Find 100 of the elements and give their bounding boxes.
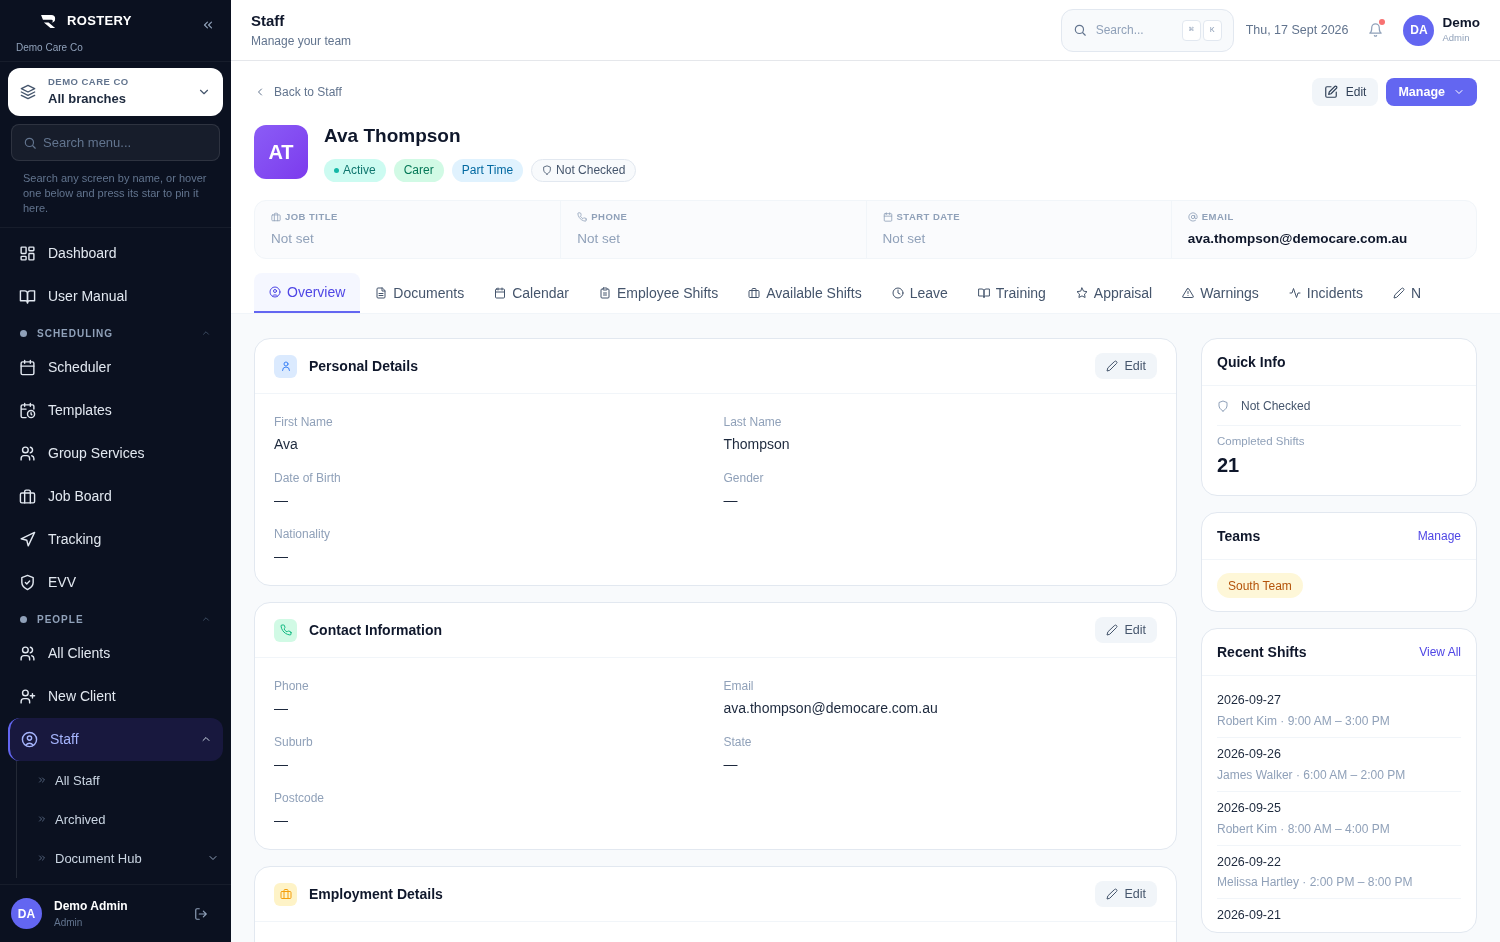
shift-detail: Robert Kim · 9:00 AM – 3:00 PM: [1217, 713, 1391, 730]
pencil-icon: [1106, 360, 1119, 372]
edit-button[interactable]: Edit: [1095, 881, 1157, 907]
card-title: Teams: [1217, 526, 1262, 546]
card-title: Quick Info: [1217, 352, 1287, 372]
nav-item[interactable]: Tracking: [8, 517, 223, 561]
avatar: AT: [254, 124, 308, 179]
tab[interactable]: Leave: [876, 273, 963, 313]
field-label: Date of Birth: [274, 470, 342, 487]
edit-button[interactable]: Edit: [1095, 617, 1157, 643]
shield-icon: [542, 165, 553, 175]
phone-icon: [274, 618, 297, 642]
field-label: Nationality: [274, 526, 332, 543]
card-link[interactable]: View All: [1419, 643, 1461, 662]
card-title: Employment Details: [309, 884, 444, 904]
manage-button[interactable]: Manage: [1386, 78, 1477, 106]
back-link[interactable]: Back to Staff: [254, 83, 1312, 101]
shift-date: 2026-09-26: [1217, 746, 1282, 763]
users-icon: [19, 444, 36, 462]
nav-item[interactable]: New Client: [8, 674, 223, 718]
nav-item[interactable]: All Clients: [8, 631, 223, 675]
summary-value: ava.thompson@democare.com.au: [1187, 229, 1409, 248]
briefcase-icon: [274, 882, 297, 906]
picker-label: DEMO CARE CO: [48, 75, 130, 89]
edit-button[interactable]: Edit: [1311, 78, 1379, 106]
user-role: Admin: [54, 916, 84, 930]
notification-button[interactable]: [1368, 22, 1384, 38]
calendar-icon: [494, 287, 507, 299]
summary-value: Not set: [577, 229, 622, 248]
field-label: Postcode: [274, 790, 326, 807]
section-heading: PEOPLE: [37, 612, 85, 627]
bell-icon: [1368, 22, 1384, 38]
card-title: Recent Shifts: [1217, 642, 1308, 662]
pencil-icon: [1392, 287, 1405, 299]
tab[interactable]: Documents: [360, 273, 480, 313]
grid-icon: [19, 244, 36, 262]
sub-nav-item[interactable]: Document Hub: [17, 838, 231, 878]
status-badge: Part Time: [451, 158, 524, 182]
tab[interactable]: Available Shifts: [733, 273, 877, 313]
tab[interactable]: Overview: [254, 273, 361, 313]
branch-picker[interactable]: DEMO CARE CO All branches: [8, 68, 223, 116]
tab[interactable]: Warnings: [1167, 273, 1274, 313]
user-name: Demo: [1442, 14, 1480, 31]
tab[interactable]: Incidents: [1273, 273, 1378, 313]
nav-item[interactable]: Staff: [8, 717, 223, 761]
page-title: Staff: [251, 10, 286, 31]
card-link[interactable]: Manage: [1417, 527, 1461, 546]
section-heading: SCHEDULING: [37, 326, 115, 341]
status-badge: Carer: [393, 158, 444, 182]
clipboard-icon: [599, 287, 611, 299]
calendar-icon: [882, 211, 893, 222]
shift-detail: James Walker · 6:00 AM – 2:00 PM: [1217, 766, 1407, 784]
shift-detail: Melissa Hartley · 2:00 PM – 8:00 PM: [1217, 874, 1414, 892]
edit-button[interactable]: Edit: [1095, 353, 1157, 379]
nav-item[interactable]: Scheduler: [8, 345, 223, 389]
tab[interactable]: Appraisal: [1060, 273, 1168, 313]
tab[interactable]: Training: [962, 273, 1061, 313]
status-badge: Not Checked: [531, 158, 637, 182]
briefcase-icon: [19, 487, 36, 505]
edit-icon: [1323, 85, 1338, 99]
summary-label: JOB TITLE: [285, 209, 338, 224]
activity-icon: [1288, 287, 1301, 299]
tab[interactable]: Employee Shifts: [584, 273, 734, 313]
shift-date: 2026-09-21: [1217, 907, 1282, 925]
nav-item[interactable]: Dashboard: [8, 231, 223, 275]
field-value: —: [723, 491, 739, 510]
collapse-icon[interactable]: [201, 18, 215, 32]
tab[interactable]: Calendar: [479, 273, 584, 313]
stat-value: 21: [1217, 453, 1241, 479]
avatar: DA: [11, 898, 42, 929]
nav-item[interactable]: User Manual: [8, 274, 223, 318]
book-icon: [977, 287, 990, 299]
user-role: Admin: [1442, 30, 1471, 45]
field-value: —: [274, 699, 289, 718]
user-circle-icon: [269, 286, 281, 298]
field-label: Email: [723, 678, 755, 695]
tab[interactable]: N: [1377, 273, 1437, 313]
avatar[interactable]: DA: [1403, 14, 1435, 46]
briefcase-icon: [748, 287, 761, 299]
date-text: Thu, 17 Sept 2026: [1245, 21, 1349, 39]
summary-label: PHONE: [591, 209, 628, 224]
staff-name: Ava Thompson: [324, 124, 462, 148]
field-value: —: [274, 547, 289, 566]
at-sign-icon: [1187, 211, 1198, 222]
nav-item[interactable]: Group Services: [8, 431, 223, 475]
nav-item[interactable]: Job Board: [8, 474, 223, 518]
nav-item[interactable]: Templates: [8, 388, 223, 432]
document-icon: [375, 287, 388, 299]
search-icon: [1072, 22, 1087, 37]
nav-item[interactable]: EVV: [8, 560, 223, 604]
users-icon: [19, 644, 36, 662]
status-badge: Active: [324, 158, 386, 182]
phone-icon: [577, 211, 588, 222]
picker-value: All branches: [48, 90, 128, 109]
double-chevron-icon: [37, 775, 47, 786]
logout-icon[interactable]: [194, 906, 208, 921]
field-value: Thompson: [723, 435, 791, 454]
sub-nav-item[interactable]: Archived: [17, 799, 231, 839]
sub-nav-item[interactable]: All Staff: [17, 760, 231, 800]
shield-icon: [1217, 399, 1229, 412]
